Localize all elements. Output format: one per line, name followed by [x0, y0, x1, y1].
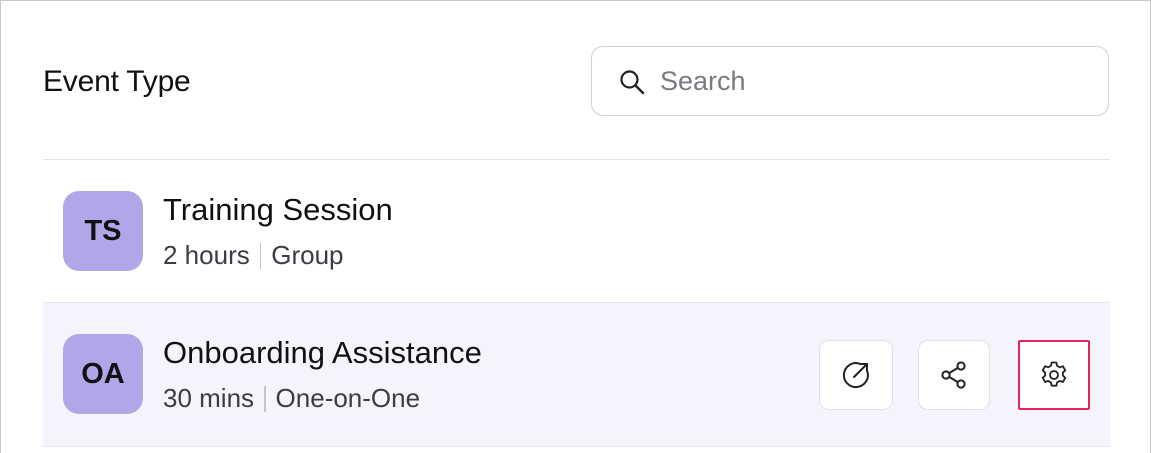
search-icon: [618, 68, 646, 96]
settings-button[interactable]: [1018, 340, 1090, 410]
meta-divider: [264, 385, 266, 412]
event-meta: 2 hours Group: [163, 240, 344, 271]
search-input[interactable]: [660, 63, 1080, 99]
gear-icon: [1041, 361, 1067, 387]
event-duration: 2 hours: [163, 240, 250, 270]
panel-header: Event Type: [43, 1, 1110, 160]
event-name[interactable]: Onboarding Assistance: [163, 335, 482, 371]
event-duration: 30 mins: [163, 383, 255, 413]
event-name[interactable]: Training Session: [163, 192, 393, 228]
event-meta: 30 mins One-on-One: [163, 383, 420, 414]
avatar: OA: [63, 334, 143, 414]
event-row-training-session[interactable]: TS Training Session 2 hours Group: [43, 160, 1110, 303]
event-kind: Group: [271, 240, 344, 270]
event-row-onboarding-assistance[interactable]: OA Onboarding Assistance 30 mins One-on-…: [43, 303, 1110, 447]
open-link-button[interactable]: [819, 340, 893, 410]
meta-divider: [259, 242, 262, 269]
share-button[interactable]: [918, 340, 990, 410]
event-kind: One-on-One: [275, 383, 421, 413]
avatar: TS: [63, 191, 143, 271]
page-title: Event Type: [43, 65, 191, 98]
search-box[interactable]: [591, 46, 1109, 116]
open-external-icon: [842, 362, 869, 389]
event-type-panel: Event Type TS Training Session 2 hours G…: [0, 0, 1151, 453]
share-icon: [941, 361, 966, 389]
